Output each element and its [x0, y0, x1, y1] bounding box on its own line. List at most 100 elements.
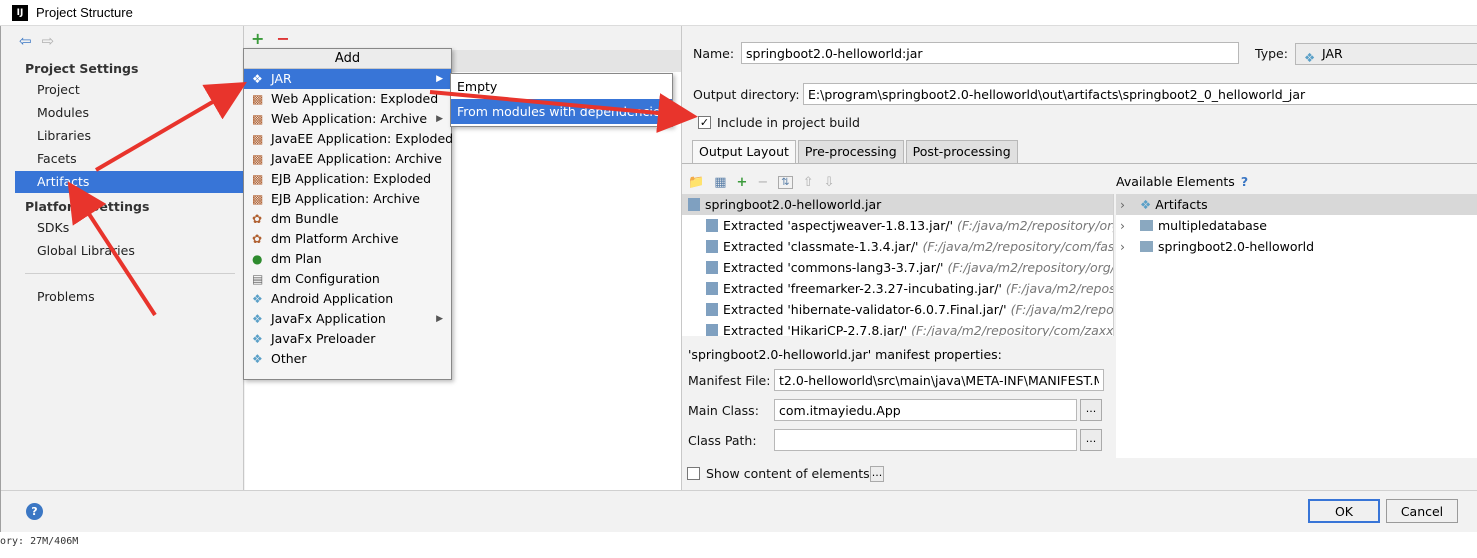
tab-output-layout[interactable]: Output Layout	[692, 140, 796, 163]
menu-item-ejb-exploded[interactable]: ▩ EJB Application: Exploded	[244, 169, 451, 189]
remove-icon[interactable]: −	[757, 175, 768, 190]
help-icon[interactable]: ?	[1241, 174, 1248, 189]
menu-item-dm-configuration[interactable]: ▤ dm Configuration	[244, 269, 451, 289]
sidebar-item-sdks[interactable]: SDKs	[15, 217, 244, 239]
output-directory-input[interactable]	[803, 83, 1477, 105]
tab-pre-processing[interactable]: Pre-processing	[797, 140, 904, 163]
sidebar-item-problems[interactable]: Problems	[15, 286, 244, 308]
plus-icon[interactable]: +	[251, 29, 264, 48]
tree-root[interactable]: springboot2.0-helloworld.jar	[682, 194, 1113, 215]
class-path-input[interactable]	[774, 429, 1077, 451]
show-content-checkbox[interactable]	[687, 467, 700, 480]
help-icon[interactable]: ?	[26, 503, 43, 520]
output-directory-label: Output directory:	[693, 87, 800, 102]
class-path-browse-button[interactable]: ...	[1080, 429, 1102, 451]
menu-item-web-app-archive[interactable]: ▩ Web Application: Archive ▶	[244, 109, 451, 129]
project-settings-heading: Project Settings	[25, 61, 139, 76]
ok-button[interactable]: OK	[1308, 499, 1380, 523]
sidebar-item-global-libraries[interactable]: Global Libraries	[15, 240, 244, 262]
artifact-icon: ❖	[1140, 197, 1152, 212]
archive-icon[interactable]: ▦	[714, 175, 726, 190]
sidebar-item-facets[interactable]: Facets	[15, 148, 244, 170]
cancel-button[interactable]: Cancel	[1386, 499, 1458, 523]
move-down-icon[interactable]: ⇩	[824, 175, 835, 190]
minus-icon[interactable]: −	[276, 29, 289, 48]
web-app-icon: ▩	[252, 112, 264, 126]
sidebar-item-artifacts[interactable]: Artifacts	[15, 171, 244, 193]
jar-icon: ❖	[252, 72, 263, 86]
menu-item-javaee-archive[interactable]: ▩ JavaEE Application: Archive	[244, 149, 451, 169]
menu-item-other[interactable]: ❖ Other	[244, 349, 451, 369]
main-class-label: Main Class:	[688, 403, 759, 418]
project-structure-dialog: ⇦ ⇨ Project Settings Project Modules Lib…	[0, 26, 1477, 532]
ejb-icon: ▩	[252, 172, 264, 186]
tree-row[interactable]: Extracted 'freemarker-2.3.27-incubating.…	[682, 278, 1113, 299]
settings-sidebar: ⇦ ⇨ Project Settings Project Modules Lib…	[1, 26, 244, 490]
arrow-right-icon[interactable]: ⇨	[42, 32, 55, 50]
available-item-artifacts[interactable]: › ❖ Artifacts	[1116, 194, 1477, 215]
tree-row[interactable]: Extracted 'HikariCP-2.7.8.jar/' (F:/java…	[682, 320, 1113, 336]
manifest-file-input[interactable]	[774, 369, 1104, 391]
module-folder-icon	[1140, 241, 1153, 252]
web-app-icon: ▩	[252, 92, 264, 106]
available-elements-label: Available Elements?	[1116, 174, 1249, 189]
jar-archive-icon	[688, 198, 700, 211]
sidebar-item-modules[interactable]: Modules	[15, 102, 244, 124]
config-icon: ▤	[252, 272, 264, 286]
memory-status: ory: 27M/406M	[0, 536, 79, 547]
android-icon: ❖	[252, 292, 263, 306]
submenu-item-from-modules[interactable]: From modules with dependencies...	[451, 99, 672, 124]
menu-item-dm-bundle[interactable]: ✿ dm Bundle	[244, 209, 451, 229]
other-icon: ❖	[252, 352, 263, 366]
javaee-icon: ▩	[252, 152, 264, 166]
tab-post-processing[interactable]: Post-processing	[905, 140, 1018, 163]
nav-arrows: ⇦ ⇨	[19, 32, 54, 50]
chevron-right-icon[interactable]: ›	[1120, 215, 1125, 236]
javafx-icon: ❖	[252, 332, 263, 346]
background-status-strip: ory: 27M/406M	[0, 532, 1477, 558]
extracted-jar-icon	[706, 219, 718, 232]
chevron-right-icon[interactable]: ›	[1120, 194, 1125, 215]
include-in-build-checkbox[interactable]: ✓	[698, 116, 711, 129]
submenu-item-empty[interactable]: Empty	[451, 74, 672, 99]
platform-settings-heading: Platform Settings	[25, 199, 150, 214]
extracted-jar-icon	[706, 282, 718, 295]
main-class-input[interactable]	[774, 399, 1077, 421]
menu-item-javafx-preloader[interactable]: ❖ JavaFx Preloader	[244, 329, 451, 349]
show-content-label: Show content of elements	[706, 466, 870, 481]
arrow-left-icon[interactable]: ⇦	[19, 32, 32, 50]
menu-item-ejb-archive[interactable]: ▩ EJB Application: Archive	[244, 189, 451, 209]
menu-item-dm-platform-archive[interactable]: ✿ dm Platform Archive	[244, 229, 451, 249]
menu-item-android-application[interactable]: ❖ Android Application	[244, 289, 451, 309]
sort-icon[interactable]: ⇅	[778, 175, 793, 189]
main-class-browse-button[interactable]: ...	[1080, 399, 1102, 421]
menu-item-jar[interactable]: ❖ JAR ▶	[244, 69, 451, 89]
move-up-icon[interactable]: ⇧	[803, 175, 814, 190]
artifact-type-select[interactable]: ❖ JAR	[1295, 43, 1477, 65]
available-item-springboot[interactable]: › springboot2.0-helloworld	[1116, 236, 1477, 257]
add-copy-icon[interactable]: +	[736, 175, 747, 190]
menu-item-javafx-application[interactable]: ❖ JavaFx Application ▶	[244, 309, 451, 329]
artifact-name-input[interactable]	[741, 42, 1239, 64]
tree-row[interactable]: Extracted 'commons-lang3-3.7.jar/' (F:/j…	[682, 257, 1113, 278]
sidebar-item-project[interactable]: Project	[15, 79, 244, 101]
available-item-multipledatabase[interactable]: › multipledatabase	[1116, 215, 1477, 236]
intellij-logo-icon: IJ	[12, 4, 28, 21]
javaee-icon: ▩	[252, 132, 264, 146]
dm-icon: ✿	[252, 232, 263, 246]
tree-row[interactable]: Extracted 'hibernate-validator-6.0.7.Fin…	[682, 299, 1113, 320]
jar-submenu: Empty From modules with dependencies...	[450, 73, 673, 127]
tree-row[interactable]: Extracted 'classmate-1.3.4.jar/' (F:/jav…	[682, 236, 1113, 257]
chevron-right-icon[interactable]: ›	[1120, 236, 1125, 257]
module-folder-icon	[1140, 220, 1153, 231]
show-content-options-button[interactable]: ...	[870, 466, 884, 482]
menu-item-dm-plan[interactable]: ● dm Plan	[244, 249, 451, 269]
new-directory-icon[interactable]: 📁	[688, 175, 704, 190]
menu-item-web-app-exploded[interactable]: ▩ Web Application: Exploded	[244, 89, 451, 109]
sidebar-item-libraries[interactable]: Libraries	[15, 125, 244, 147]
menu-item-javaee-exploded[interactable]: ▩ JavaEE Application: Exploded	[244, 129, 453, 149]
manifest-file-label: Manifest File:	[688, 373, 771, 388]
javafx-icon: ❖	[252, 312, 263, 326]
artifact-tabs: Output Layout Pre-processing Post-proces…	[692, 140, 1020, 163]
tree-row[interactable]: Extracted 'aspectjweaver-1.8.13.jar/' (F…	[682, 215, 1113, 236]
